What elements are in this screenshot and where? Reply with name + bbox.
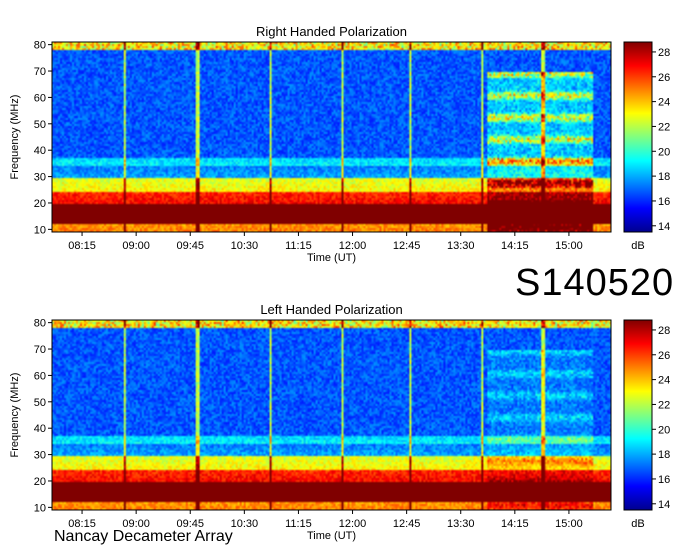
x-tick-label: 15:00 (555, 518, 583, 530)
y-axis-label: Frequency (MHz) (9, 95, 21, 180)
colorbar-tick-label: 28 (658, 47, 670, 59)
x-tick-label: 13:30 (447, 518, 475, 530)
y-tick-label: 30 (34, 172, 46, 184)
x-tick-label: 15:00 (555, 240, 583, 252)
colorbar-tick-label: 14 (658, 221, 670, 233)
colorbar-tick-label: 20 (658, 424, 670, 436)
y-tick-label: 70 (34, 66, 46, 78)
spectrogram-figure: Right Handed Polarization 10 20 30 40 50 60 70 8… (0, 0, 680, 552)
chart-title: Left Handed Polarization (260, 302, 402, 317)
colorbar-tick-label: 16 (658, 474, 670, 486)
panel-left-polarization: Left Handed Polarization 10 20 30 40 50 60 70 80… (9, 302, 670, 542)
y-tick-label: 50 (34, 119, 46, 131)
y-tick-label: 80 (34, 318, 46, 330)
panel-right-polarization: Right Handed Polarization 10 20 30 40 50 60 70 8… (9, 24, 670, 264)
y-tick-label: 80 (34, 40, 46, 52)
x-tick-label: 14:15 (501, 518, 529, 530)
chart-title: Right Handed Polarization (256, 24, 407, 39)
x-tick-label: 12:00 (339, 240, 367, 252)
colorbar (623, 41, 653, 233)
colorbar-tick-label: 26 (658, 72, 670, 84)
colorbar-tick-label: 16 (658, 196, 670, 208)
spectrogram-image (52, 320, 611, 510)
x-tick-label: 08:15 (68, 240, 96, 252)
y-tick-label: 60 (34, 92, 46, 104)
colorbar-tick-label: 18 (658, 449, 670, 461)
x-tick-label: 09:45 (176, 240, 204, 252)
y-tick-label: 70 (34, 344, 46, 356)
colorbar-tick-label: 24 (658, 97, 670, 109)
y-tick-label: 40 (34, 423, 46, 435)
spectrogram-image (52, 42, 611, 232)
observatory-label: Nancay Decameter Array (54, 528, 233, 545)
x-tick-label: 11:15 (285, 240, 312, 252)
y-tick-label: 40 (34, 145, 46, 157)
y-tick-label: 60 (34, 370, 46, 382)
colorbar-tick-label: 22 (658, 121, 670, 133)
colorbar-label: dB (631, 240, 644, 252)
colorbar-tick-label: 14 (658, 499, 670, 511)
x-tick-label: 11:15 (285, 518, 312, 530)
colorbar-tick-label: 18 (658, 171, 670, 183)
x-tick-label: 10:30 (231, 518, 259, 530)
x-axis-label: Time (UT) (307, 530, 356, 542)
x-tick-label: 09:00 (122, 240, 150, 252)
x-tick-label: 12:45 (393, 240, 421, 252)
y-tick-label: 10 (34, 224, 46, 236)
colorbar-tick-label: 26 (658, 350, 670, 362)
y-tick-label: 20 (34, 476, 46, 488)
x-tick-label: 12:00 (339, 518, 367, 530)
x-tick-label: 13:30 (447, 240, 475, 252)
x-axis-label: Time (UT) (307, 252, 356, 264)
x-tick-label: 14:15 (501, 240, 529, 252)
colorbar-label: dB (631, 518, 644, 530)
x-tick-label: 12:45 (393, 518, 421, 530)
colorbar-tick-label: 24 (658, 375, 670, 387)
x-tick-label: 10:30 (231, 240, 259, 252)
colorbar-tick-label: 20 (658, 146, 670, 158)
colorbar (623, 319, 653, 511)
colorbar-tick-label: 28 (658, 325, 670, 337)
colorbar-tick-label: 22 (658, 399, 670, 411)
event-id-label: S140520 (515, 262, 675, 304)
y-tick-label: 20 (34, 198, 46, 210)
y-tick-label: 50 (34, 397, 46, 409)
y-tick-label: 30 (34, 450, 46, 462)
y-tick-label: 10 (34, 502, 46, 514)
y-axis-label: Frequency (MHz) (9, 373, 21, 458)
